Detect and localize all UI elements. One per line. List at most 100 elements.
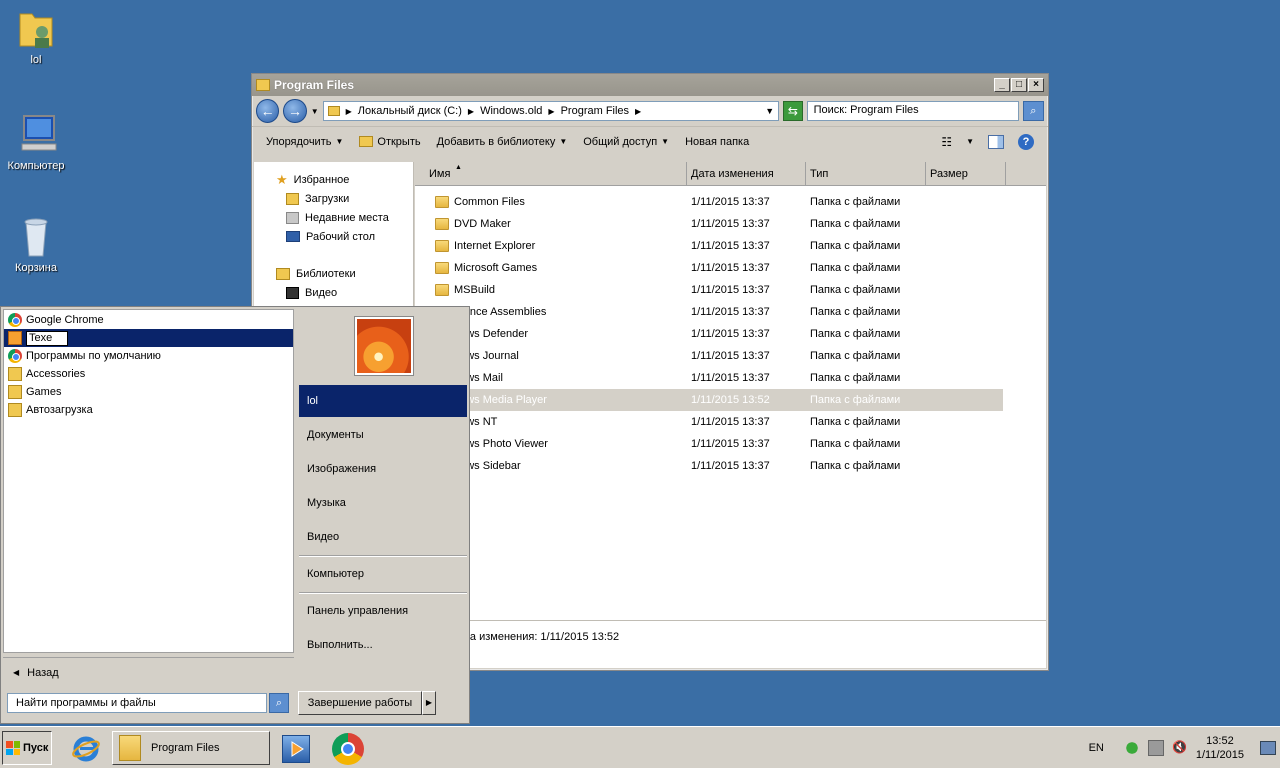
start-item-video[interactable]: Видео: [299, 521, 467, 553]
view-options-icon[interactable]: ☷: [941, 135, 952, 149]
table-row[interactable]: MSBuild 1/11/2015 13:37 Папка с файлами: [415, 279, 1003, 301]
separator: [299, 555, 467, 557]
chevron-down-icon[interactable]: ▼: [966, 137, 974, 146]
program-item-default-programs[interactable]: Программы по умолчанию: [4, 347, 293, 365]
title-bar[interactable]: Program Files _ □ ×: [252, 74, 1048, 96]
network-icon[interactable]: [1147, 740, 1164, 756]
chrome-icon[interactable]: [332, 733, 364, 765]
add-to-library-button[interactable]: Добавить в библиотеку ▼: [437, 136, 568, 148]
file-date: 1/11/2015 13:37: [691, 262, 770, 274]
user-avatar[interactable]: [355, 317, 413, 375]
table-row[interactable]: dows Mail 1/11/2015 13:37 Папка с файлами: [415, 367, 1003, 389]
back-button[interactable]: ◀ Назад: [3, 657, 294, 687]
shutdown-button[interactable]: Завершение работы: [298, 691, 422, 715]
open-button[interactable]: Открыть: [359, 136, 421, 148]
close-button[interactable]: ×: [1028, 78, 1044, 92]
address-bar[interactable]: ▶ Локальный диск (C:) ▶ Windows.old ▶ Pr…: [322, 101, 780, 121]
start-button[interactable]: Пуск: [2, 731, 52, 765]
sort-arrow-icon: ▲: [455, 164, 462, 171]
breadcrumb-drive[interactable]: Локальный диск (C:): [358, 105, 462, 117]
folder-icon: [8, 385, 22, 399]
column-size[interactable]: Размер: [926, 162, 1006, 185]
table-row[interactable]: Internet Explorer 1/11/2015 13:37 Папка с …: [415, 235, 1003, 257]
language-indicator[interactable]: EN: [1089, 742, 1104, 754]
action-center-icon[interactable]: [1123, 740, 1140, 756]
maximize-button[interactable]: □: [1011, 78, 1027, 92]
table-row[interactable]: dows Sidebar 1/11/2015 13:37 Папка с файла…: [415, 455, 1003, 477]
desktop-icon-computer[interactable]: Компьютер: [0, 112, 72, 172]
preview-pane-icon[interactable]: [988, 134, 1004, 149]
nav-video[interactable]: Видео: [254, 283, 413, 302]
desktop-icon-user[interactable]: lol: [0, 6, 72, 66]
table-row[interactable]: dows NT 1/11/2015 13:37 Папка с файлами: [415, 411, 1003, 433]
open-icon: [359, 136, 374, 147]
breadcrumb-program-files[interactable]: Program Files: [561, 105, 629, 117]
nav-recent-places[interactable]: Недавние места: [254, 208, 413, 227]
show-desktop-icon[interactable]: [1260, 741, 1276, 755]
computer-icon: [16, 112, 57, 156]
file-type: Папка с файлами: [810, 240, 901, 252]
program-item-games[interactable]: Games: [4, 383, 293, 401]
shutdown-options-arrow-icon[interactable]: ▶: [422, 691, 436, 715]
file-type: Папка с файлами: [810, 218, 901, 230]
file-type: Папка с файлами: [810, 262, 901, 274]
file-name: dows Media Player: [454, 394, 547, 406]
program-item-accessories[interactable]: Accessories: [4, 365, 293, 383]
nav-downloads[interactable]: Загрузки: [254, 189, 413, 208]
start-item-user[interactable]: lol: [299, 385, 467, 417]
breadcrumb-windows-old[interactable]: Windows.old: [480, 105, 542, 117]
forward-arrow-icon[interactable]: →: [283, 99, 307, 123]
chevron-down-icon[interactable]: ▼: [311, 107, 319, 116]
table-row[interactable]: DVD Maker 1/11/2015 13:37 Папка с файлами: [415, 213, 1003, 235]
help-icon[interactable]: ?: [1018, 133, 1034, 150]
folder-icon: [435, 240, 449, 252]
program-item-chrome[interactable]: Google Chrome: [4, 311, 293, 329]
volume-muted-icon[interactable]: 🔇: [1172, 740, 1188, 756]
table-row[interactable]: Common Files 1/11/2015 13:37 Папка с файла…: [415, 191, 1003, 213]
rename-input[interactable]: Texe: [26, 330, 68, 346]
video-icon: [286, 286, 299, 299]
table-row[interactable]: erence Assemblies 1/11/2015 13:37 Папка с …: [415, 301, 1003, 323]
chrome-icon: [8, 313, 22, 327]
column-type[interactable]: Тип: [806, 162, 926, 185]
nav-favorites[interactable]: ★ Избранное: [254, 170, 413, 189]
share-button[interactable]: Общий доступ ▼: [583, 136, 669, 148]
search-input[interactable]: Поиск: Program Files: [806, 101, 1019, 121]
table-row[interactable]: dows Photo Viewer 1/11/2015 13:37 Папка с …: [415, 433, 1003, 455]
folder-icon: [435, 218, 449, 230]
table-row[interactable]: dows Media Player 1/11/2015 13:52 Папка с …: [415, 389, 1003, 411]
program-item-startup[interactable]: Автозагрузка: [4, 401, 293, 419]
start-item-control-panel[interactable]: Панель управления: [299, 595, 467, 627]
table-row[interactable]: Microsoft Games 1/11/2015 13:37 Папка с фа…: [415, 257, 1003, 279]
back-arrow-icon[interactable]: ←: [256, 99, 280, 123]
program-item-renaming[interactable]: Texe: [4, 329, 293, 347]
desktop-icon-recycle-bin[interactable]: Корзина: [0, 214, 72, 274]
minimize-button[interactable]: _: [994, 78, 1010, 92]
column-date[interactable]: Дата изменения: [687, 162, 806, 185]
folder-icon: [435, 284, 449, 296]
organize-button[interactable]: Упорядочить ▼: [266, 136, 343, 148]
start-item-run[interactable]: Выполнить...: [299, 629, 467, 661]
start-item-computer[interactable]: Компьютер: [299, 558, 467, 590]
search-icon[interactable]: ⌕: [269, 693, 289, 713]
column-header-row: Имя ▲ Дата изменения Тип Размер: [415, 162, 1046, 186]
desktop-icon-label: lol: [30, 54, 42, 66]
start-item-music[interactable]: Музыка: [299, 487, 467, 519]
search-icon[interactable]: ⌕: [1022, 101, 1044, 121]
table-row[interactable]: dows Journal 1/11/2015 13:37 Папка с файла…: [415, 345, 1003, 367]
taskbar-item-program-files[interactable]: Program Files: [112, 731, 270, 765]
start-item-documents[interactable]: Документы: [299, 419, 467, 451]
internet-explorer-icon[interactable]: [72, 735, 100, 763]
refresh-icon[interactable]: ⇆: [783, 101, 803, 121]
start-search-input[interactable]: Найти программы и файлы: [7, 693, 267, 713]
nav-desktop[interactable]: Рабочий стол: [254, 227, 413, 246]
address-dropdown-icon[interactable]: ▼: [765, 106, 774, 116]
media-player-icon[interactable]: [282, 735, 310, 763]
column-name[interactable]: Имя ▲: [415, 162, 687, 185]
file-type: Папка с файлами: [810, 350, 901, 362]
start-item-pictures[interactable]: Изображения: [299, 453, 467, 485]
new-folder-button[interactable]: Новая папка: [685, 136, 749, 148]
nav-libraries[interactable]: Библиотеки: [254, 264, 413, 283]
table-row[interactable]: dows Defender 1/11/2015 13:37 Папка с файл…: [415, 323, 1003, 345]
clock[interactable]: 13:52 1/11/2015: [1196, 734, 1244, 762]
